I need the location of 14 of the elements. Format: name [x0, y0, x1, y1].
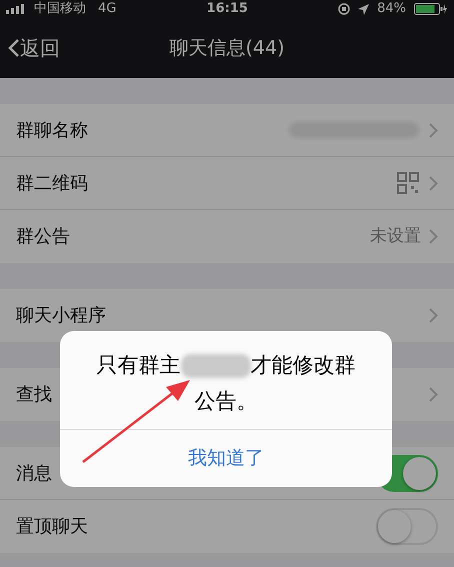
row-label: 群二维码: [16, 172, 88, 196]
row-label: 置顶聊天: [16, 515, 88, 539]
carrier-name: 中国移动: [34, 0, 86, 18]
row-label: 查找: [16, 383, 52, 407]
row-label: 消息: [16, 462, 52, 486]
row-value: 未设置: [370, 224, 421, 248]
row-label: 聊天小程序: [16, 304, 106, 328]
dialog-message: 只有群主 才能修改群公告。: [96, 352, 356, 415]
status-time: 16:15: [206, 0, 248, 18]
row-label: 群聊名称: [16, 118, 88, 142]
battery-percent: 84%: [377, 0, 406, 18]
row-label: 群公告: [16, 225, 70, 249]
network-type: 4G: [98, 0, 116, 18]
screen-title: 聊天信息(44): [170, 36, 284, 61]
